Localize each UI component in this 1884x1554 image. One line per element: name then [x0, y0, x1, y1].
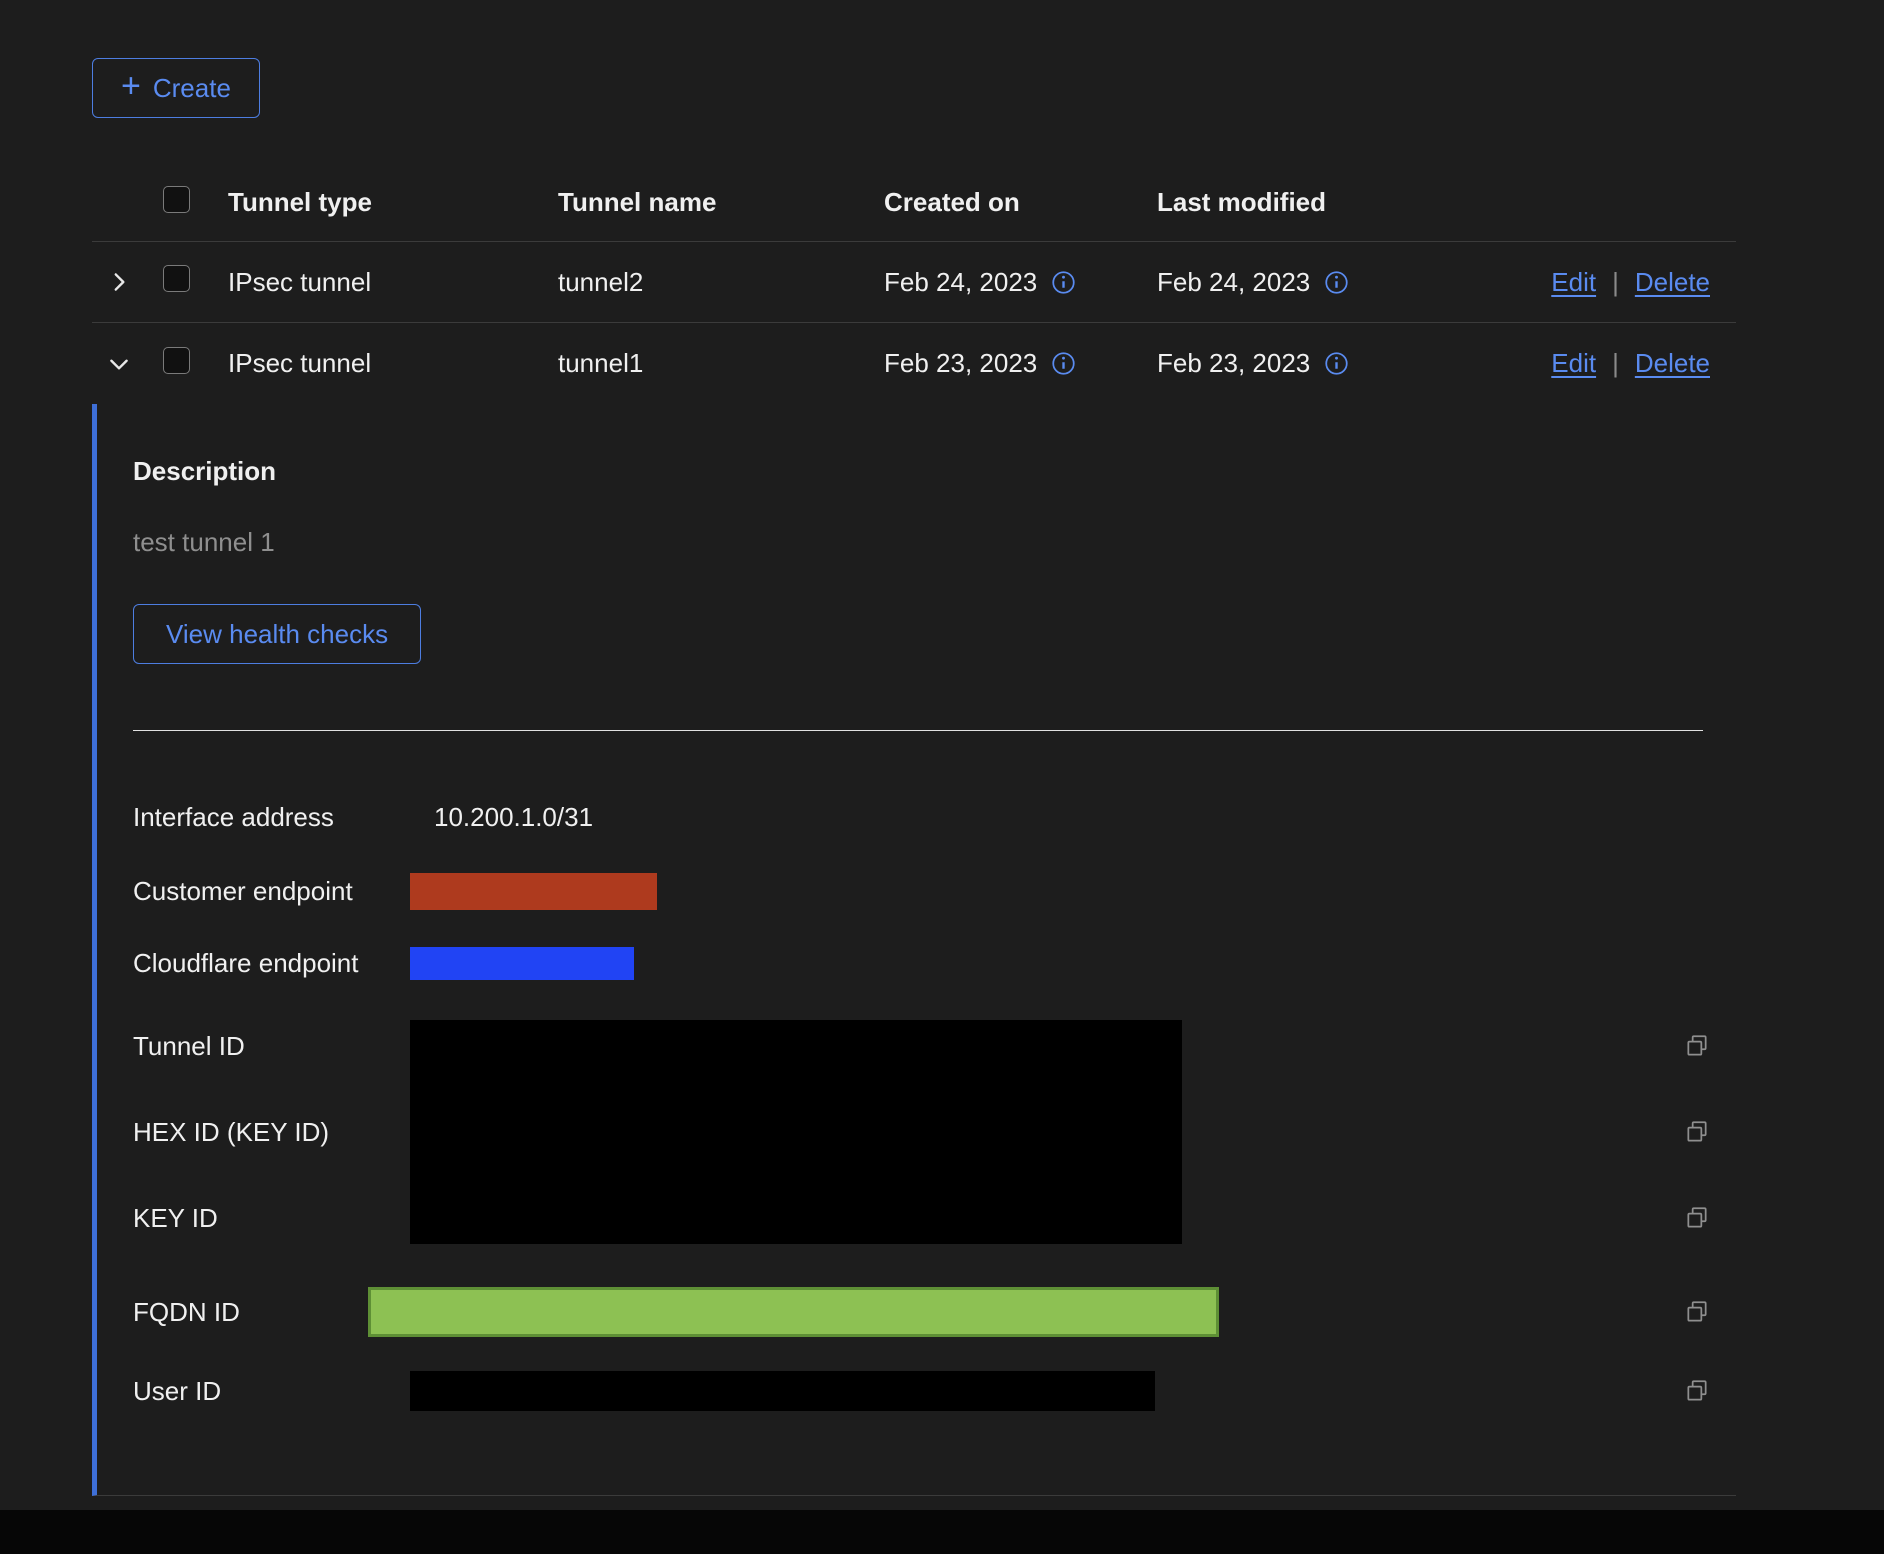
- id-copy-icons: [1684, 1003, 1736, 1261]
- row-actions: Edit | Delete: [1551, 267, 1736, 298]
- description-label: Description: [133, 456, 1736, 487]
- col-last-modified: Last modified: [1157, 187, 1450, 218]
- id-fields-block: Tunnel ID HEX ID (KEY ID) KEY ID: [133, 1003, 1736, 1261]
- hex-id-label: HEX ID (KEY ID): [133, 1089, 410, 1175]
- created-on-value: Feb 24, 2023: [884, 267, 1037, 298]
- customer-endpoint-redacted-value: [410, 873, 657, 910]
- row-expander-cell: [92, 347, 163, 381]
- copy-icon[interactable]: [1684, 1299, 1710, 1325]
- id-labels: Tunnel ID HEX ID (KEY ID) KEY ID: [133, 1003, 410, 1261]
- last-modified-value: Feb 24, 2023: [1157, 267, 1310, 298]
- info-icon[interactable]: [1051, 270, 1076, 295]
- created-on-cell: Feb 23, 2023: [884, 348, 1157, 379]
- delete-link[interactable]: Delete: [1635, 267, 1710, 298]
- chevron-down-icon[interactable]: [102, 347, 136, 381]
- row-checkbox-cell: [163, 265, 228, 299]
- table-row: IPsec tunnel tunnel2 Feb 24, 2023 Feb 24…: [92, 242, 1736, 323]
- last-modified-cell: Feb 23, 2023: [1157, 348, 1450, 379]
- interface-address-row: Interface address 10.200.1.0/31: [133, 795, 1736, 839]
- col-tunnel-type: Tunnel type: [228, 187, 558, 218]
- last-modified-value: Feb 23, 2023: [1157, 348, 1310, 379]
- interface-address-label: Interface address: [133, 802, 410, 833]
- info-icon[interactable]: [1324, 351, 1349, 376]
- user-id-label: User ID: [133, 1376, 410, 1407]
- tunnel-type-cell: IPsec tunnel: [228, 348, 558, 379]
- id-redacted-values: [410, 1020, 1182, 1244]
- header-checkbox-cell: [163, 186, 228, 220]
- tunnels-table: Tunnel type Tunnel name Created on Last …: [92, 164, 1736, 1496]
- tunnel-type-cell: IPsec tunnel: [228, 267, 558, 298]
- plus-icon: +: [121, 69, 141, 103]
- tunnel-id-label: Tunnel ID: [133, 1003, 410, 1089]
- user-id-redacted-value: [410, 1371, 1155, 1411]
- row-checkbox-cell: [163, 347, 228, 381]
- key-id-label: KEY ID: [133, 1175, 410, 1261]
- info-icon[interactable]: [1051, 351, 1076, 376]
- chevron-right-icon[interactable]: [102, 265, 136, 299]
- cloudflare-endpoint-label: Cloudflare endpoint: [133, 948, 410, 979]
- info-icon[interactable]: [1324, 270, 1349, 295]
- last-modified-cell: Feb 24, 2023: [1157, 267, 1450, 298]
- actions-separator: |: [1612, 267, 1619, 298]
- section-divider: [133, 730, 1703, 731]
- fqdn-id-row: FQDN ID: [133, 1281, 1736, 1343]
- created-on-value: Feb 23, 2023: [884, 348, 1037, 379]
- row-actions: Edit | Delete: [1551, 348, 1736, 379]
- fqdn-id-redacted-value: [368, 1287, 1219, 1337]
- table-header: Tunnel type Tunnel name Created on Last …: [92, 164, 1736, 242]
- copy-icon[interactable]: [1684, 1205, 1710, 1231]
- actions-separator: |: [1612, 348, 1619, 379]
- bottom-strip: [0, 1510, 1884, 1554]
- col-tunnel-name: Tunnel name: [558, 187, 884, 218]
- tunnel-name-cell: tunnel1: [558, 348, 884, 379]
- row-expander-cell: [92, 265, 163, 299]
- select-all-checkbox[interactable]: [163, 186, 190, 213]
- edit-link[interactable]: Edit: [1551, 267, 1596, 298]
- interface-address-value: 10.200.1.0/31: [434, 802, 593, 833]
- edit-link[interactable]: Edit: [1551, 348, 1596, 379]
- create-button-label: Create: [153, 73, 231, 104]
- view-health-checks-button[interactable]: View health checks: [133, 604, 421, 664]
- col-created-on: Created on: [884, 187, 1157, 218]
- cloudflare-endpoint-row: Cloudflare endpoint: [133, 941, 1736, 985]
- copy-icon[interactable]: [1684, 1119, 1710, 1145]
- expanded-tunnel-panel: Description test tunnel 1 View health ch…: [92, 404, 1736, 1496]
- table-row: IPsec tunnel tunnel1 Feb 23, 2023 Feb 23…: [92, 323, 1736, 404]
- copy-icon[interactable]: [1684, 1378, 1710, 1404]
- customer-endpoint-label: Customer endpoint: [133, 876, 410, 907]
- customer-endpoint-row: Customer endpoint: [133, 869, 1736, 913]
- row-checkbox[interactable]: [163, 265, 190, 292]
- page-content: + Create Tunnel type Tunnel name Created…: [92, 0, 1736, 1496]
- delete-link[interactable]: Delete: [1635, 348, 1710, 379]
- copy-icon[interactable]: [1684, 1033, 1710, 1059]
- description-value: test tunnel 1: [133, 527, 1736, 558]
- user-id-row: User ID: [133, 1367, 1736, 1415]
- tunnel-name-cell: tunnel2: [558, 267, 884, 298]
- row-checkbox[interactable]: [163, 347, 190, 374]
- create-button[interactable]: + Create: [92, 58, 260, 118]
- cloudflare-endpoint-redacted-value: [410, 947, 634, 980]
- created-on-cell: Feb 24, 2023: [884, 267, 1157, 298]
- tunnel-details: Interface address 10.200.1.0/31 Customer…: [133, 795, 1736, 1415]
